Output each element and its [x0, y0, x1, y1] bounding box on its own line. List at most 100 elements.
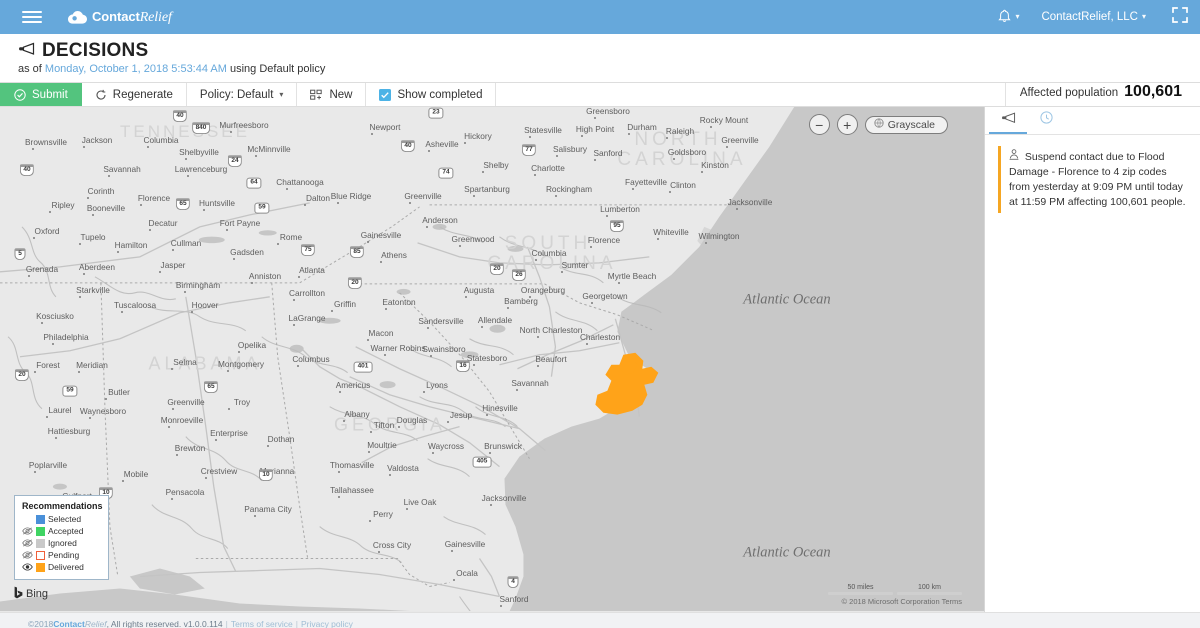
globe-icon — [874, 118, 884, 131]
zoom-out-button[interactable]: − — [808, 114, 830, 135]
eye-slash-icon[interactable] — [22, 551, 33, 559]
terms-of-service-link[interactable]: Terms of service — [231, 619, 293, 628]
fullscreen-icon[interactable] — [1172, 6, 1188, 28]
regenerate-button[interactable]: Regenerate — [82, 83, 187, 106]
eye-slash-icon[interactable] — [22, 539, 33, 547]
chevron-down-icon: ▾ — [1141, 12, 1146, 21]
privacy-policy-link[interactable]: Privacy policy — [301, 619, 353, 628]
legend-swatch — [36, 514, 45, 524]
check-circle-icon — [14, 88, 26, 101]
affected-population-value: 100,601 — [1124, 83, 1182, 100]
grayscale-label: Grayscale — [887, 118, 935, 131]
cloud-icon — [68, 10, 87, 24]
org-name-label: ContactRelief, LLC — [1041, 11, 1138, 23]
legend-title: Recommendations — [22, 501, 103, 511]
subtitle-timestamp[interactable]: Monday, October 1, 2018 5:53:44 AM — [45, 63, 227, 75]
footer-brand-secondary: Relief — [84, 618, 107, 628]
suspend-contact-icon — [1009, 149, 1022, 163]
map-controls: − + Grayscale — [808, 114, 948, 135]
footer-rights: , All rights reserved. v1.0.0.114 — [106, 618, 223, 628]
legend-swatch — [36, 526, 45, 536]
history-clock-icon — [1039, 110, 1053, 129]
legend-item-selected[interactable]: Selected — [22, 513, 100, 525]
org-menu-button[interactable]: ContactRelief, LLC ▾ — [1041, 11, 1146, 23]
policy-label: Policy: Default — [199, 88, 274, 101]
map-canvas[interactable]: Atlantic Ocean Atlantic Ocean TENNESSEE NOR… — [0, 107, 985, 612]
page-title-row: DECISIONS — [18, 40, 1200, 62]
map-provider-logo[interactable]: Bing — [14, 586, 48, 602]
scale-miles-bar — [828, 592, 893, 595]
legend-item-label: Ignored — [48, 538, 77, 548]
notifications-button[interactable]: ▾ — [998, 9, 1019, 26]
footer-copyright: ©2018 — [28, 618, 54, 628]
map-legend: Recommendations Selected Accepted Ignored P… — [14, 495, 109, 580]
page-subtitle: as of Monday, October 1, 2018 5:53:44 AM… — [18, 63, 1200, 75]
checkbox-checked-icon[interactable] — [379, 88, 392, 101]
alert-message-text: Suspend contact due to Flood Damage - Fl… — [1009, 151, 1186, 208]
tab-recommendations[interactable] — [989, 107, 1027, 134]
zoom-in-button[interactable]: + — [836, 114, 858, 135]
regenerate-label: Regenerate — [112, 88, 173, 101]
chevron-down-icon: ▾ — [1015, 12, 1020, 21]
grayscale-button[interactable]: Grayscale — [864, 115, 948, 134]
megaphone-icon — [1001, 111, 1016, 129]
subtitle-suffix: using Default policy — [226, 63, 326, 75]
page-title: DECISIONS — [42, 40, 149, 61]
affected-population: Affected population 100,601 — [1006, 83, 1200, 106]
footer-separator-2: | — [295, 618, 298, 628]
new-decision-button[interactable]: New — [297, 83, 367, 106]
page-footer: ©2018 Contact Relief, All rights reserved… — [0, 612, 1200, 628]
legend-item-label: Accepted — [48, 526, 84, 536]
legend-item-accepted[interactable]: Accepted — [22, 525, 100, 537]
tab-history[interactable] — [1027, 107, 1065, 134]
submit-label: Submit — [32, 88, 68, 101]
toolbar-spacer — [496, 83, 1006, 106]
decision-detail-panel: Suspend contact due to Flood Damage - Fl… — [985, 107, 1200, 612]
legend-item-ignored[interactable]: Ignored — [22, 537, 100, 549]
show-completed-toggle[interactable]: Show completed — [366, 83, 497, 106]
map-copyright: © 2018 Microsoft Corporation — [841, 597, 940, 606]
scale-miles-label: 50 miles — [847, 584, 874, 591]
subtitle-prefix: as of — [18, 63, 45, 75]
affected-population-label: Affected population — [1019, 87, 1119, 99]
legend-item-label: Delivered — [48, 562, 84, 572]
megaphone-icon — [18, 41, 35, 61]
scale-km-bar — [897, 592, 962, 595]
legend-item-delivered[interactable]: Delivered — [22, 561, 100, 573]
eye-slash-icon[interactable] — [22, 527, 33, 535]
alert-card[interactable]: Suspend contact due to Flood Damage - Fl… — [998, 146, 1191, 213]
map-terms-link[interactable]: Terms — [942, 597, 962, 606]
map-scale-bar: 50 miles 100 km — [828, 584, 962, 595]
legend-rows: Selected Accepted Ignored Pending Delivered — [22, 513, 100, 573]
new-label: New — [329, 88, 353, 101]
legend-item-label: Pending — [48, 550, 80, 560]
legend-item-label: Selected — [48, 514, 82, 524]
brand-logo[interactable]: ContactRelief — [68, 9, 172, 26]
chevron-down-icon: ▾ — [279, 89, 284, 99]
alert-message: Suspend contact due to Flood Damage - Fl… — [1009, 149, 1189, 210]
panel-tabs — [985, 107, 1200, 135]
brand-primary: Contact — [92, 8, 140, 24]
main-content: Atlantic Ocean Atlantic Ocean TENNESSEE NOR… — [0, 107, 1200, 612]
bing-b-icon — [14, 586, 23, 602]
refresh-icon — [95, 89, 107, 101]
legend-item-pending[interactable]: Pending — [22, 549, 100, 561]
brand-secondary: Relief — [139, 9, 172, 25]
policy-dropdown[interactable]: Policy: Default ▾ — [187, 83, 298, 106]
eye-icon[interactable] — [22, 563, 33, 571]
legend-swatch — [36, 562, 45, 572]
map-attribution: © 2018 Microsoft Corporation Terms — [842, 597, 962, 606]
footer-separator-1: | — [225, 618, 228, 628]
legend-swatch — [36, 538, 45, 548]
brand-text: ContactRelief — [92, 9, 172, 26]
bell-icon — [998, 9, 1012, 26]
decisions-toolbar: Submit Regenerate Policy: Default ▾ New — [0, 82, 1200, 107]
scale-km-label: 100 km — [918, 584, 941, 591]
submit-button[interactable]: Submit — [0, 83, 82, 106]
scale-km: 100 km — [897, 584, 962, 595]
grid-plus-icon — [310, 89, 323, 101]
show-completed-label: Show completed — [397, 88, 483, 101]
hamburger-icon[interactable] — [22, 11, 42, 23]
map-provider-label: Bing — [26, 588, 49, 600]
legend-swatch — [36, 550, 45, 560]
